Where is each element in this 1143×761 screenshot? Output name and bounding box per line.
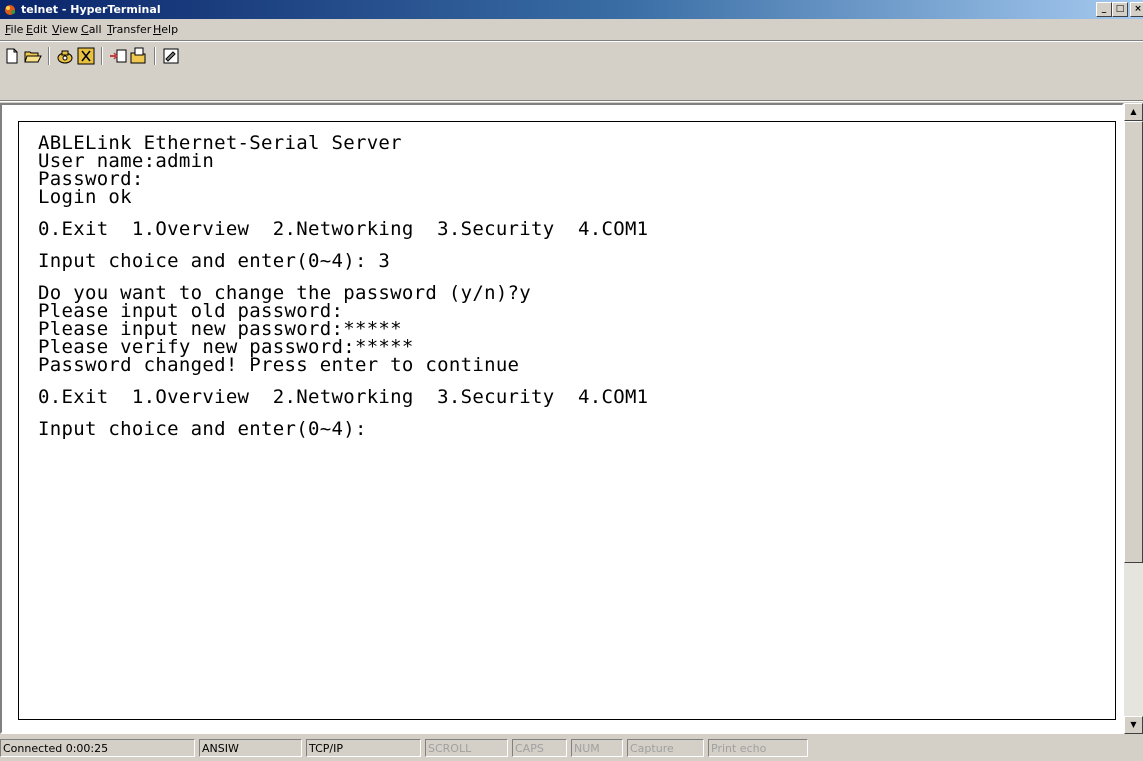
minimize-button[interactable]: _ <box>1096 2 1112 17</box>
scroll-down-button[interactable]: ▼ <box>1124 716 1143 734</box>
terminal-output: ABLELink Ethernet-Serial Server User name… <box>38 134 649 440</box>
title-bar[interactable]: telnet - HyperTerminal _ □ × <box>0 0 1143 19</box>
status-protocol: TCP/IP <box>306 739 421 757</box>
terminal-line: Input choice and enter(0~4): <box>38 418 367 440</box>
receive-icon[interactable] <box>130 47 148 65</box>
terminal-window[interactable]: ABLELink Ethernet-Serial Server User name… <box>0 103 1124 734</box>
toolbar-divider <box>0 100 1143 102</box>
menu-bar: File Edit View Call Transfer Help <box>0 19 1143 40</box>
scroll-up-button[interactable]: ▲ <box>1124 103 1143 121</box>
scrollbar-thumb[interactable] <box>1124 121 1143 563</box>
open-icon[interactable] <box>24 47 42 65</box>
toolbar <box>0 42 1143 70</box>
toolbar-separator <box>154 47 156 65</box>
hyperterminal-icon <box>5 5 15 15</box>
terminal-line: Login ok <box>38 186 132 208</box>
menu-edit[interactable]: Edit <box>26 19 47 40</box>
status-scroll: SCROLL <box>425 739 508 757</box>
status-bar: Connected 0:00:25 ANSIW TCP/IP SCROLL CA… <box>0 737 1143 761</box>
new-connection-icon[interactable] <box>3 47 21 65</box>
call-icon[interactable] <box>56 47 74 65</box>
terminal-line: Password changed! Press enter to continu… <box>38 354 520 376</box>
terminal-line: Input choice and enter(0~4): 3 <box>38 250 391 272</box>
status-caps: CAPS <box>512 739 567 757</box>
disconnect-icon[interactable] <box>77 47 95 65</box>
status-capture: Capture <box>627 739 704 757</box>
menu-view[interactable]: View <box>52 19 78 40</box>
terminal-screen[interactable]: ABLELink Ethernet-Serial Server User name… <box>18 121 1116 720</box>
send-icon[interactable] <box>109 47 127 65</box>
vertical-scrollbar[interactable]: ▲ ▼ <box>1124 103 1143 734</box>
window-title: telnet - HyperTerminal <box>21 3 161 16</box>
menu-help[interactable]: Help <box>153 19 178 40</box>
properties-icon[interactable] <box>162 47 180 65</box>
terminal-line: 0.Exit 1.Overview 2.Networking 3.Securit… <box>38 218 649 240</box>
close-button[interactable]: × <box>1130 2 1143 17</box>
status-emulation: ANSIW <box>199 739 302 757</box>
status-connected: Connected 0:00:25 <box>0 739 195 757</box>
maximize-button[interactable]: □ <box>1112 2 1128 17</box>
menu-file[interactable]: File <box>5 19 23 40</box>
menu-call[interactable]: Call <box>81 19 102 40</box>
toolbar-separator <box>48 47 50 65</box>
menu-transfer[interactable]: Transfer <box>107 19 151 40</box>
toolbar-separator <box>101 47 103 65</box>
status-num: NUM <box>571 739 623 757</box>
terminal-line: 0.Exit 1.Overview 2.Networking 3.Securit… <box>38 386 649 408</box>
status-print-echo: Print echo <box>708 739 808 757</box>
